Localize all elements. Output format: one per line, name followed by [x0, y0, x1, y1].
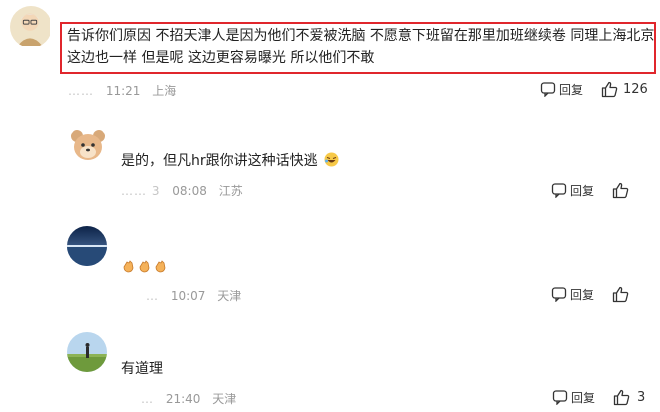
avatar-elder-icon — [10, 6, 50, 46]
like-button[interactable] — [612, 286, 632, 303]
avatar[interactable] — [67, 332, 107, 372]
reply-label: 回复 — [559, 82, 584, 97]
like-count: 126 — [623, 81, 648, 97]
comment-location: 天津 — [217, 289, 242, 303]
comment-icon — [551, 183, 567, 198]
comment-time: 11:21 — [105, 84, 141, 98]
comment-text: 有道理 — [121, 361, 163, 377]
comment-time: 10:07 — [170, 289, 206, 303]
comment-text: 告诉你们原因 不招天津人是因为他们不爱被洗脑 不愿意下班留在那里加班继续卷 同理… — [67, 25, 654, 69]
comment-icon — [551, 287, 567, 302]
reply-button[interactable]: 回复 — [540, 81, 583, 98]
comment-location: 天津 — [212, 392, 237, 406]
like-button[interactable]: 126 — [601, 81, 648, 98]
comment-text: 是的，但凡hr跟你讲这种话快逃 — [121, 150, 339, 172]
clap-emoji-row — [121, 259, 167, 273]
comment-text-line-2: 这边也一样 但是呢 这边更容易曝光 所以他们不敢 — [67, 50, 375, 66]
reply-label: 回复 — [571, 390, 596, 405]
avatar[interactable] — [67, 226, 107, 266]
avatar[interactable] — [68, 125, 108, 165]
avatar[interactable] — [10, 6, 52, 48]
thumbs-up-icon — [612, 182, 629, 198]
thumbs-up-icon — [613, 389, 630, 405]
comment-actions: 回复 126 — [540, 79, 648, 99]
avatar-cartoon-dog-icon — [68, 125, 108, 165]
comment-4: 有道理 … 21:40 天津 回复 3 — [0, 322, 660, 412]
comment-3: … 10:07 天津 回复 — [0, 222, 660, 310]
comment-icon — [552, 390, 568, 405]
like-button[interactable] — [612, 182, 632, 199]
comment-date: …… 3 — [121, 184, 161, 198]
comment-actions: 回复 3 — [552, 387, 645, 407]
comment-text-line-1: 告诉你们原因 不招天津人是因为他们不爱被洗脑 不愿意下班留在那里加班继续卷 同理… — [67, 28, 655, 44]
comment-date: …… — [68, 84, 94, 98]
comment-2: 是的，但凡hr跟你讲这种话快逃 …… 3 08:08 江苏 回复 — [0, 120, 660, 210]
clap-emoji-icon — [123, 260, 134, 273]
comment-time: 08:08 — [172, 184, 207, 198]
comment-location: 上海 — [152, 84, 177, 98]
reply-button[interactable]: 回复 — [551, 182, 594, 199]
thumbs-up-icon — [612, 286, 629, 302]
comment-date: … — [141, 392, 154, 406]
clap-emoji-icon — [139, 260, 150, 273]
reply-button[interactable]: 回复 — [552, 389, 595, 406]
reply-button[interactable]: 回复 — [551, 286, 594, 303]
comment-location: 江苏 — [218, 184, 243, 198]
laugh-cry-emoji-icon — [324, 152, 339, 167]
comment-meta: …… 11:21 上海 — [68, 82, 184, 99]
clap-emoji-icon — [155, 260, 166, 273]
comment-date: … — [146, 289, 159, 303]
comment-meta: …… 3 08:08 江苏 — [121, 182, 251, 199]
comment-actions: 回复 — [551, 284, 632, 304]
comment-icon — [540, 82, 556, 97]
reply-label: 回复 — [570, 287, 595, 302]
avatar-ocean-icon — [67, 226, 107, 266]
like-count: 3 — [637, 389, 646, 405]
like-button[interactable]: 3 — [613, 389, 645, 406]
comment-time: 21:40 — [165, 392, 201, 406]
comment-meta: … 21:40 天津 — [141, 390, 244, 407]
avatar-meadow-icon — [67, 332, 107, 372]
comment-1: 告诉你们原因 不招天津人是因为他们不爱被洗脑 不愿意下班留在那里加班继续卷 同理… — [0, 0, 660, 110]
comment-actions: 回复 — [551, 180, 632, 200]
thumbs-up-icon — [601, 81, 618, 97]
reply-label: 回复 — [570, 183, 595, 198]
comment-text-content: 是的，但凡hr跟你讲这种话快逃 — [121, 153, 318, 169]
comment-meta: … 10:07 天津 — [146, 287, 249, 304]
